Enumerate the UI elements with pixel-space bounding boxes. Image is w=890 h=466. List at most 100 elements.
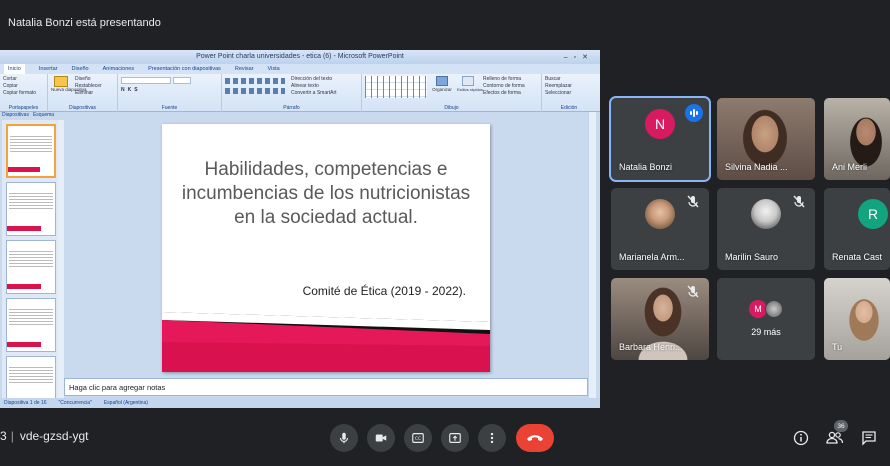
participant-name: Tu xyxy=(832,342,843,352)
people-button[interactable]: 36 xyxy=(824,420,848,449)
avatar: N xyxy=(645,109,675,139)
svg-text:CC: CC xyxy=(415,436,421,442)
ppt-tab: Inicio xyxy=(4,64,25,74)
shapes-gallery xyxy=(365,76,427,98)
bottom-control-bar: 3 | vde-gzsd-ygt CC 36 xyxy=(0,412,890,466)
avatar xyxy=(751,199,781,229)
slide-title: Habilidades, competencias e incumbencias… xyxy=(181,159,471,228)
participant-tile[interactable]: Silvina Nadia ... xyxy=(717,98,815,180)
camera-icon xyxy=(375,434,387,442)
meet-window: Natalia Bonzi está presentando Power Poi… xyxy=(0,0,890,466)
participant-tile[interactable]: Barbara Henri... xyxy=(611,278,709,360)
people-icon xyxy=(826,431,844,444)
ribbon-control: Relleno de forma xyxy=(483,76,522,82)
status-theme: "Concurrencia" xyxy=(58,400,92,406)
chat-icon xyxy=(862,431,876,446)
ribbon-group-editing: Buscar Reemplazar Seleccionar Edición xyxy=(542,74,596,112)
captions-icon: CC xyxy=(412,433,424,443)
participant-tile[interactable]: N Natalia Bonzi xyxy=(609,96,711,182)
mic-icon xyxy=(339,432,349,444)
pane-tab-outline: Esquema xyxy=(32,112,55,118)
participant-name: Renata Cast xyxy=(832,252,883,262)
captions-button[interactable]: CC xyxy=(404,424,432,452)
ribbon-control: Buscar xyxy=(545,76,561,82)
camera-button[interactable] xyxy=(367,424,395,452)
ribbon-group-label: Párrafo xyxy=(283,105,300,111)
ribbon-control: Copiar formato xyxy=(3,90,37,96)
ribbon-control: Alinear texto xyxy=(291,83,319,89)
new-slide-icon xyxy=(54,76,68,87)
slide-thumbnail xyxy=(6,356,56,402)
ribbon-group-label: Edición xyxy=(560,105,578,111)
ppt-ribbon-tabs: Inicio Insertar Diseño Animaciones Prese… xyxy=(0,64,600,74)
ribbon-group-font: NKS Fuente xyxy=(118,74,222,112)
ribbon-control: Contorno de forma xyxy=(483,83,525,89)
slide-thumbnail xyxy=(6,182,56,236)
participant-name: Marianela Arm... xyxy=(619,252,685,262)
paragraph-icons xyxy=(225,76,285,97)
ribbon-group-drawing: Organizar Estilos rápidos Relleno de for… xyxy=(362,74,542,112)
ribbon-group-slides: Nueva diapositiva Diseño Restablecer Eli… xyxy=(48,74,118,112)
align-icons xyxy=(225,88,285,94)
participant-name: Ani Merli xyxy=(832,162,868,172)
chat-button[interactable] xyxy=(858,427,880,449)
ppt-status-bar: Diapositiva 1 de 16 "Concurrencia" Españ… xyxy=(0,398,600,408)
ppt-tab: Presentación con diapositivas xyxy=(148,66,221,72)
present-button[interactable] xyxy=(441,424,469,452)
window-controls-icon: –▫✕ xyxy=(563,54,594,61)
hang-up-icon xyxy=(527,435,543,441)
font-boxes xyxy=(121,77,218,84)
participant-tile[interactable]: Ani Merli xyxy=(824,98,890,180)
ribbon-control: Restablecer xyxy=(75,83,102,89)
new-slide: Nueva diapositiva xyxy=(51,76,87,97)
people-count-badge: 36 xyxy=(834,420,848,432)
people-count: 36 xyxy=(837,422,845,430)
ribbon-control: Dirección del texto xyxy=(291,76,333,82)
ribbon-group-label: Fuente xyxy=(161,105,178,111)
more-participants-tile[interactable]: M 29 más xyxy=(717,278,815,360)
avatar-initial: R xyxy=(867,206,879,222)
arrange-icon xyxy=(436,76,448,86)
ribbon-group-label: Diapositivas xyxy=(69,105,96,111)
meeting-code: vde-gzsd-ygt xyxy=(19,429,89,443)
status-slide-count: Diapositiva 1 de 16 xyxy=(4,400,47,406)
ribbon-group-paragraph: Dirección del texto Alinear texto Conver… xyxy=(222,74,362,112)
ppt-tab: Vista xyxy=(267,66,280,72)
participant-tile[interactable]: Marianela Arm... xyxy=(611,188,709,270)
quick-styles-icon xyxy=(462,76,474,86)
drawing-controls: Organizar Estilos rápidos Relleno de for… xyxy=(365,76,538,98)
avatar xyxy=(765,300,783,318)
quick-styles-control: Estilos rápidos xyxy=(457,76,483,98)
slides-controls: Nueva diapositiva Diseño Restablecer Eli… xyxy=(51,76,114,97)
ribbon-control: Convertir a SmartArt xyxy=(291,90,337,96)
font-size-box xyxy=(173,77,191,84)
ppt-ribbon: Cortar Copiar Copiar formato Portapapele… xyxy=(0,74,600,112)
ppt-window-title: Power Point charla universidades - etica… xyxy=(196,53,404,60)
meeting-time: 3 xyxy=(0,429,7,443)
ppt-tab: Revisar xyxy=(234,66,254,72)
end-call-button[interactable] xyxy=(516,424,554,452)
meeting-details-button[interactable] xyxy=(790,427,812,449)
ribbon-control: Copiar xyxy=(3,83,18,89)
presenter-banner: Natalia Bonzi está presentando xyxy=(0,8,890,38)
participant-tile[interactable]: Marilin Sauro xyxy=(717,188,815,270)
paragraph-text-controls: Dirección del texto Alinear texto Conver… xyxy=(291,76,337,97)
participant-name: Natalia Bonzi xyxy=(619,162,673,172)
notes-pane[interactable]: Haga clic para agregar notas xyxy=(64,378,588,396)
mic-button[interactable] xyxy=(330,424,358,452)
ribbon-group-label: Portapapeles xyxy=(8,105,39,111)
current-slide: Habilidades, competencias e incumbencias… xyxy=(162,124,490,372)
more-options-button[interactable] xyxy=(478,424,506,452)
font-name-box xyxy=(121,77,171,84)
participant-tile[interactable]: Tu xyxy=(824,278,890,360)
participant-tile[interactable]: R Renata Cast xyxy=(824,188,890,270)
ppt-workspace: Diapositivas Esquema Habilidades, compet… xyxy=(0,112,600,408)
shared-screen[interactable]: Power Point charla universidades - etica… xyxy=(0,50,600,408)
ribbon-control: Eliminar xyxy=(75,90,94,96)
pane-tab-slides: Diapositivas xyxy=(2,112,29,118)
meeting-info: 3 | vde-gzsd-ygt xyxy=(0,429,89,443)
ribbon-control: Seleccionar xyxy=(545,90,572,96)
slide-thumbnail xyxy=(6,298,56,352)
slide-subtitle: Comité de Ética (2019 - 2022). xyxy=(302,284,466,298)
ribbon-control: Efectos de forma xyxy=(483,90,521,96)
